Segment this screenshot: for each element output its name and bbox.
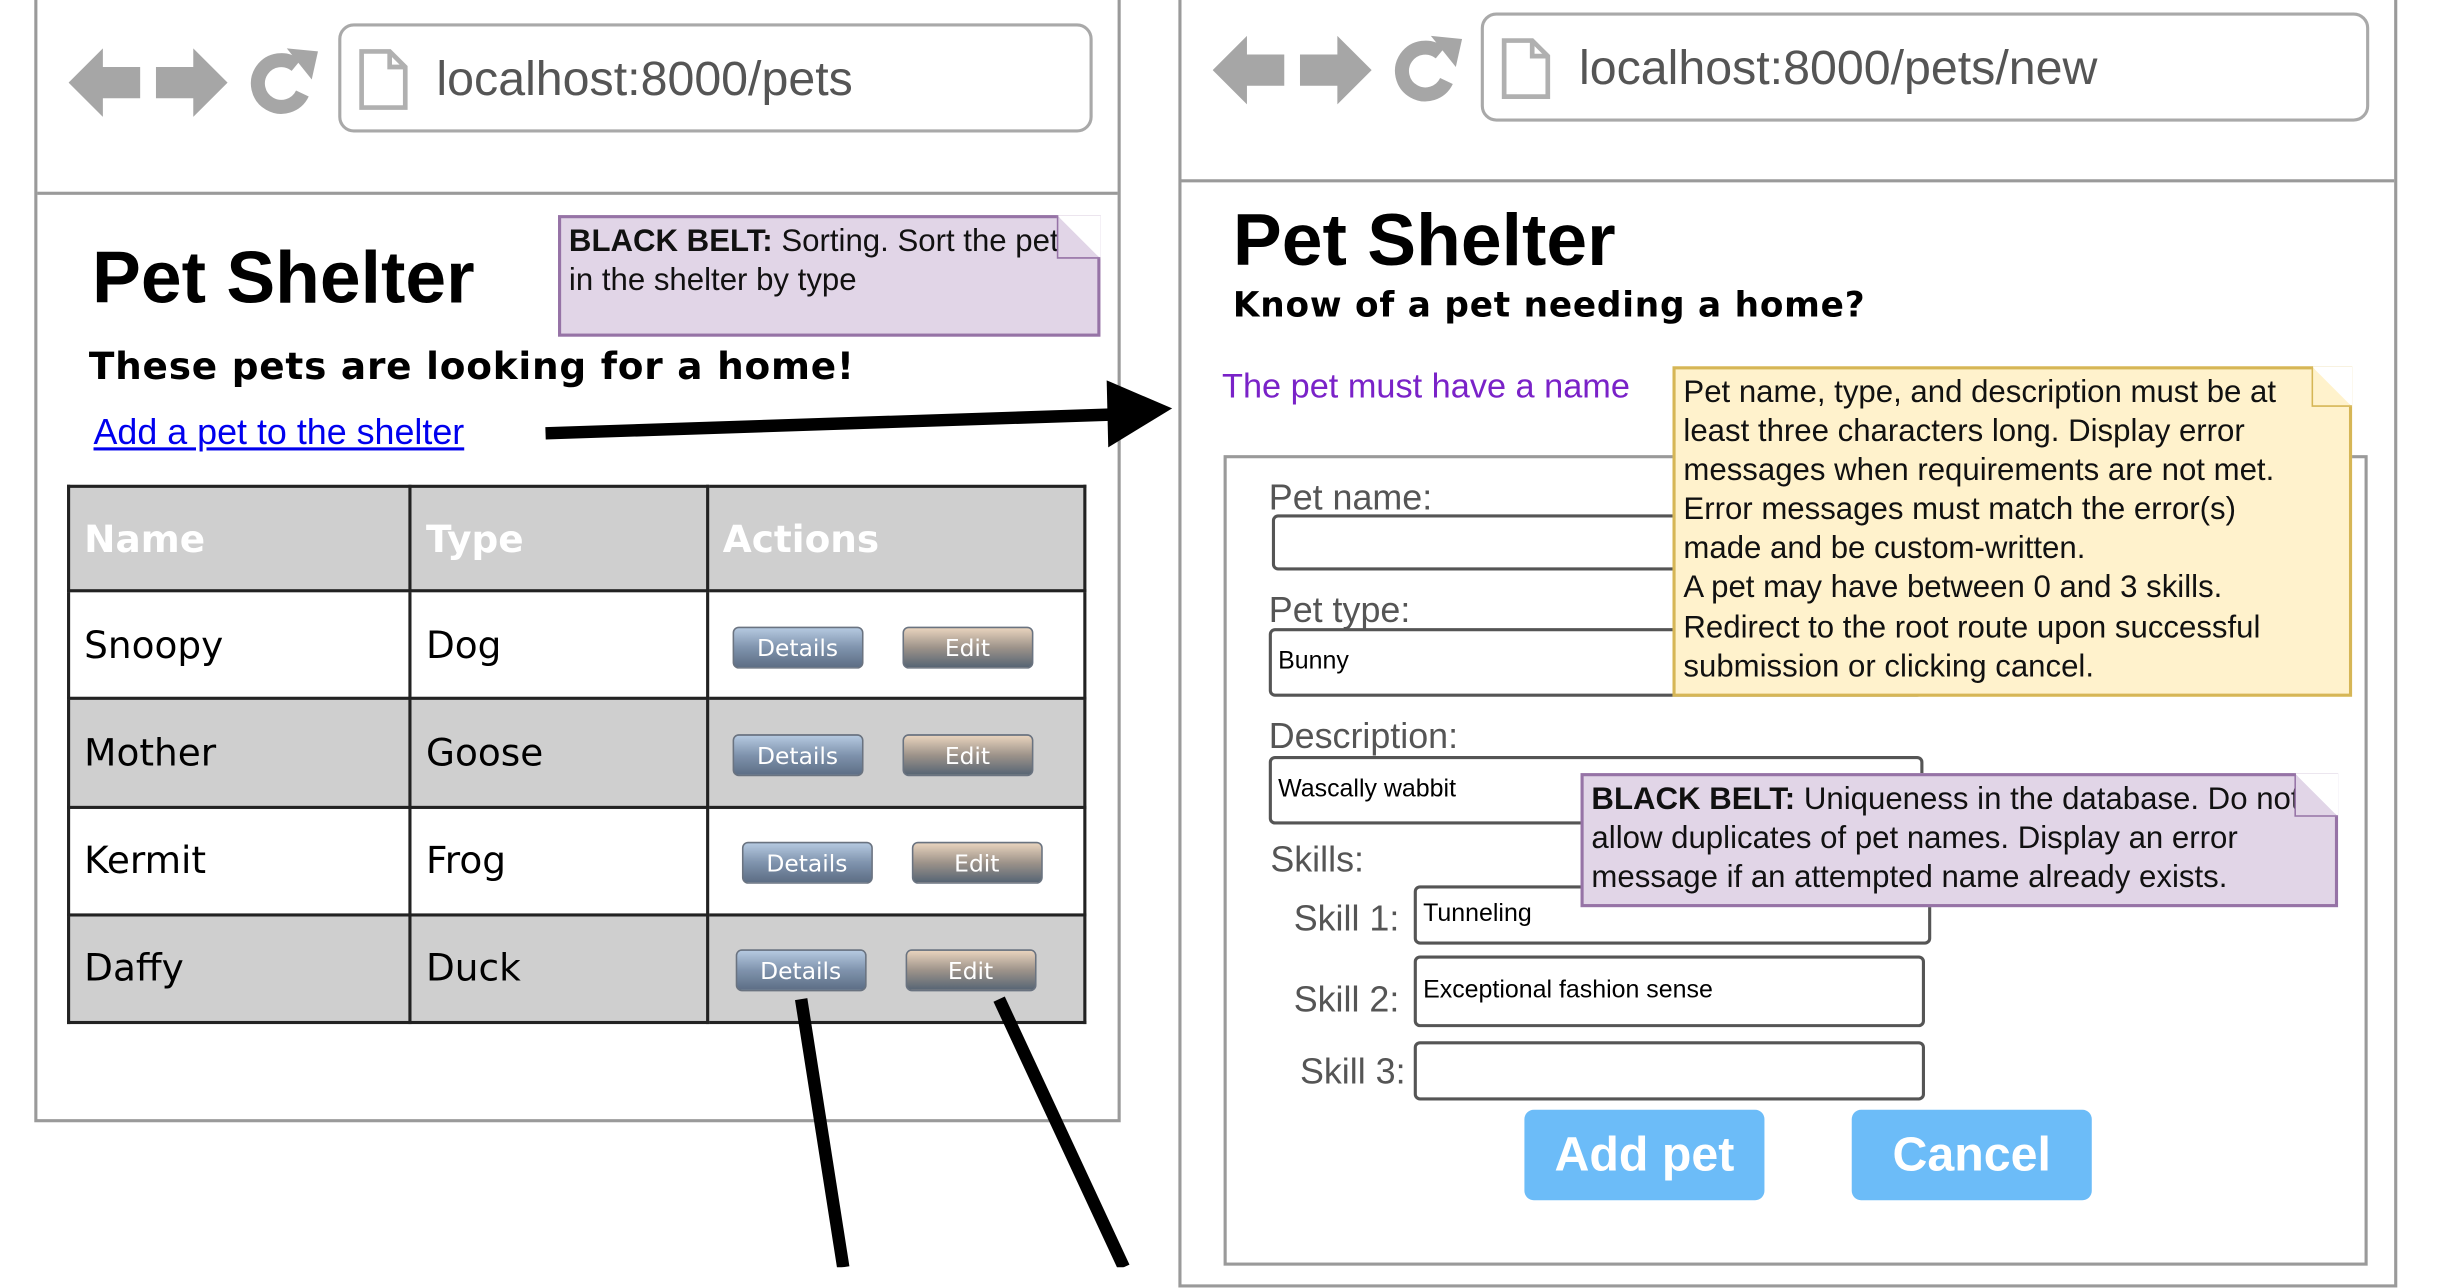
line-details-down — [795, 998, 850, 1268]
line-edit-down — [993, 996, 1130, 1268]
arrow-add-link-to-form — [545, 408, 1111, 440]
connector-arrows — [545, 380, 1173, 1268]
arrow-head — [1106, 380, 1173, 448]
